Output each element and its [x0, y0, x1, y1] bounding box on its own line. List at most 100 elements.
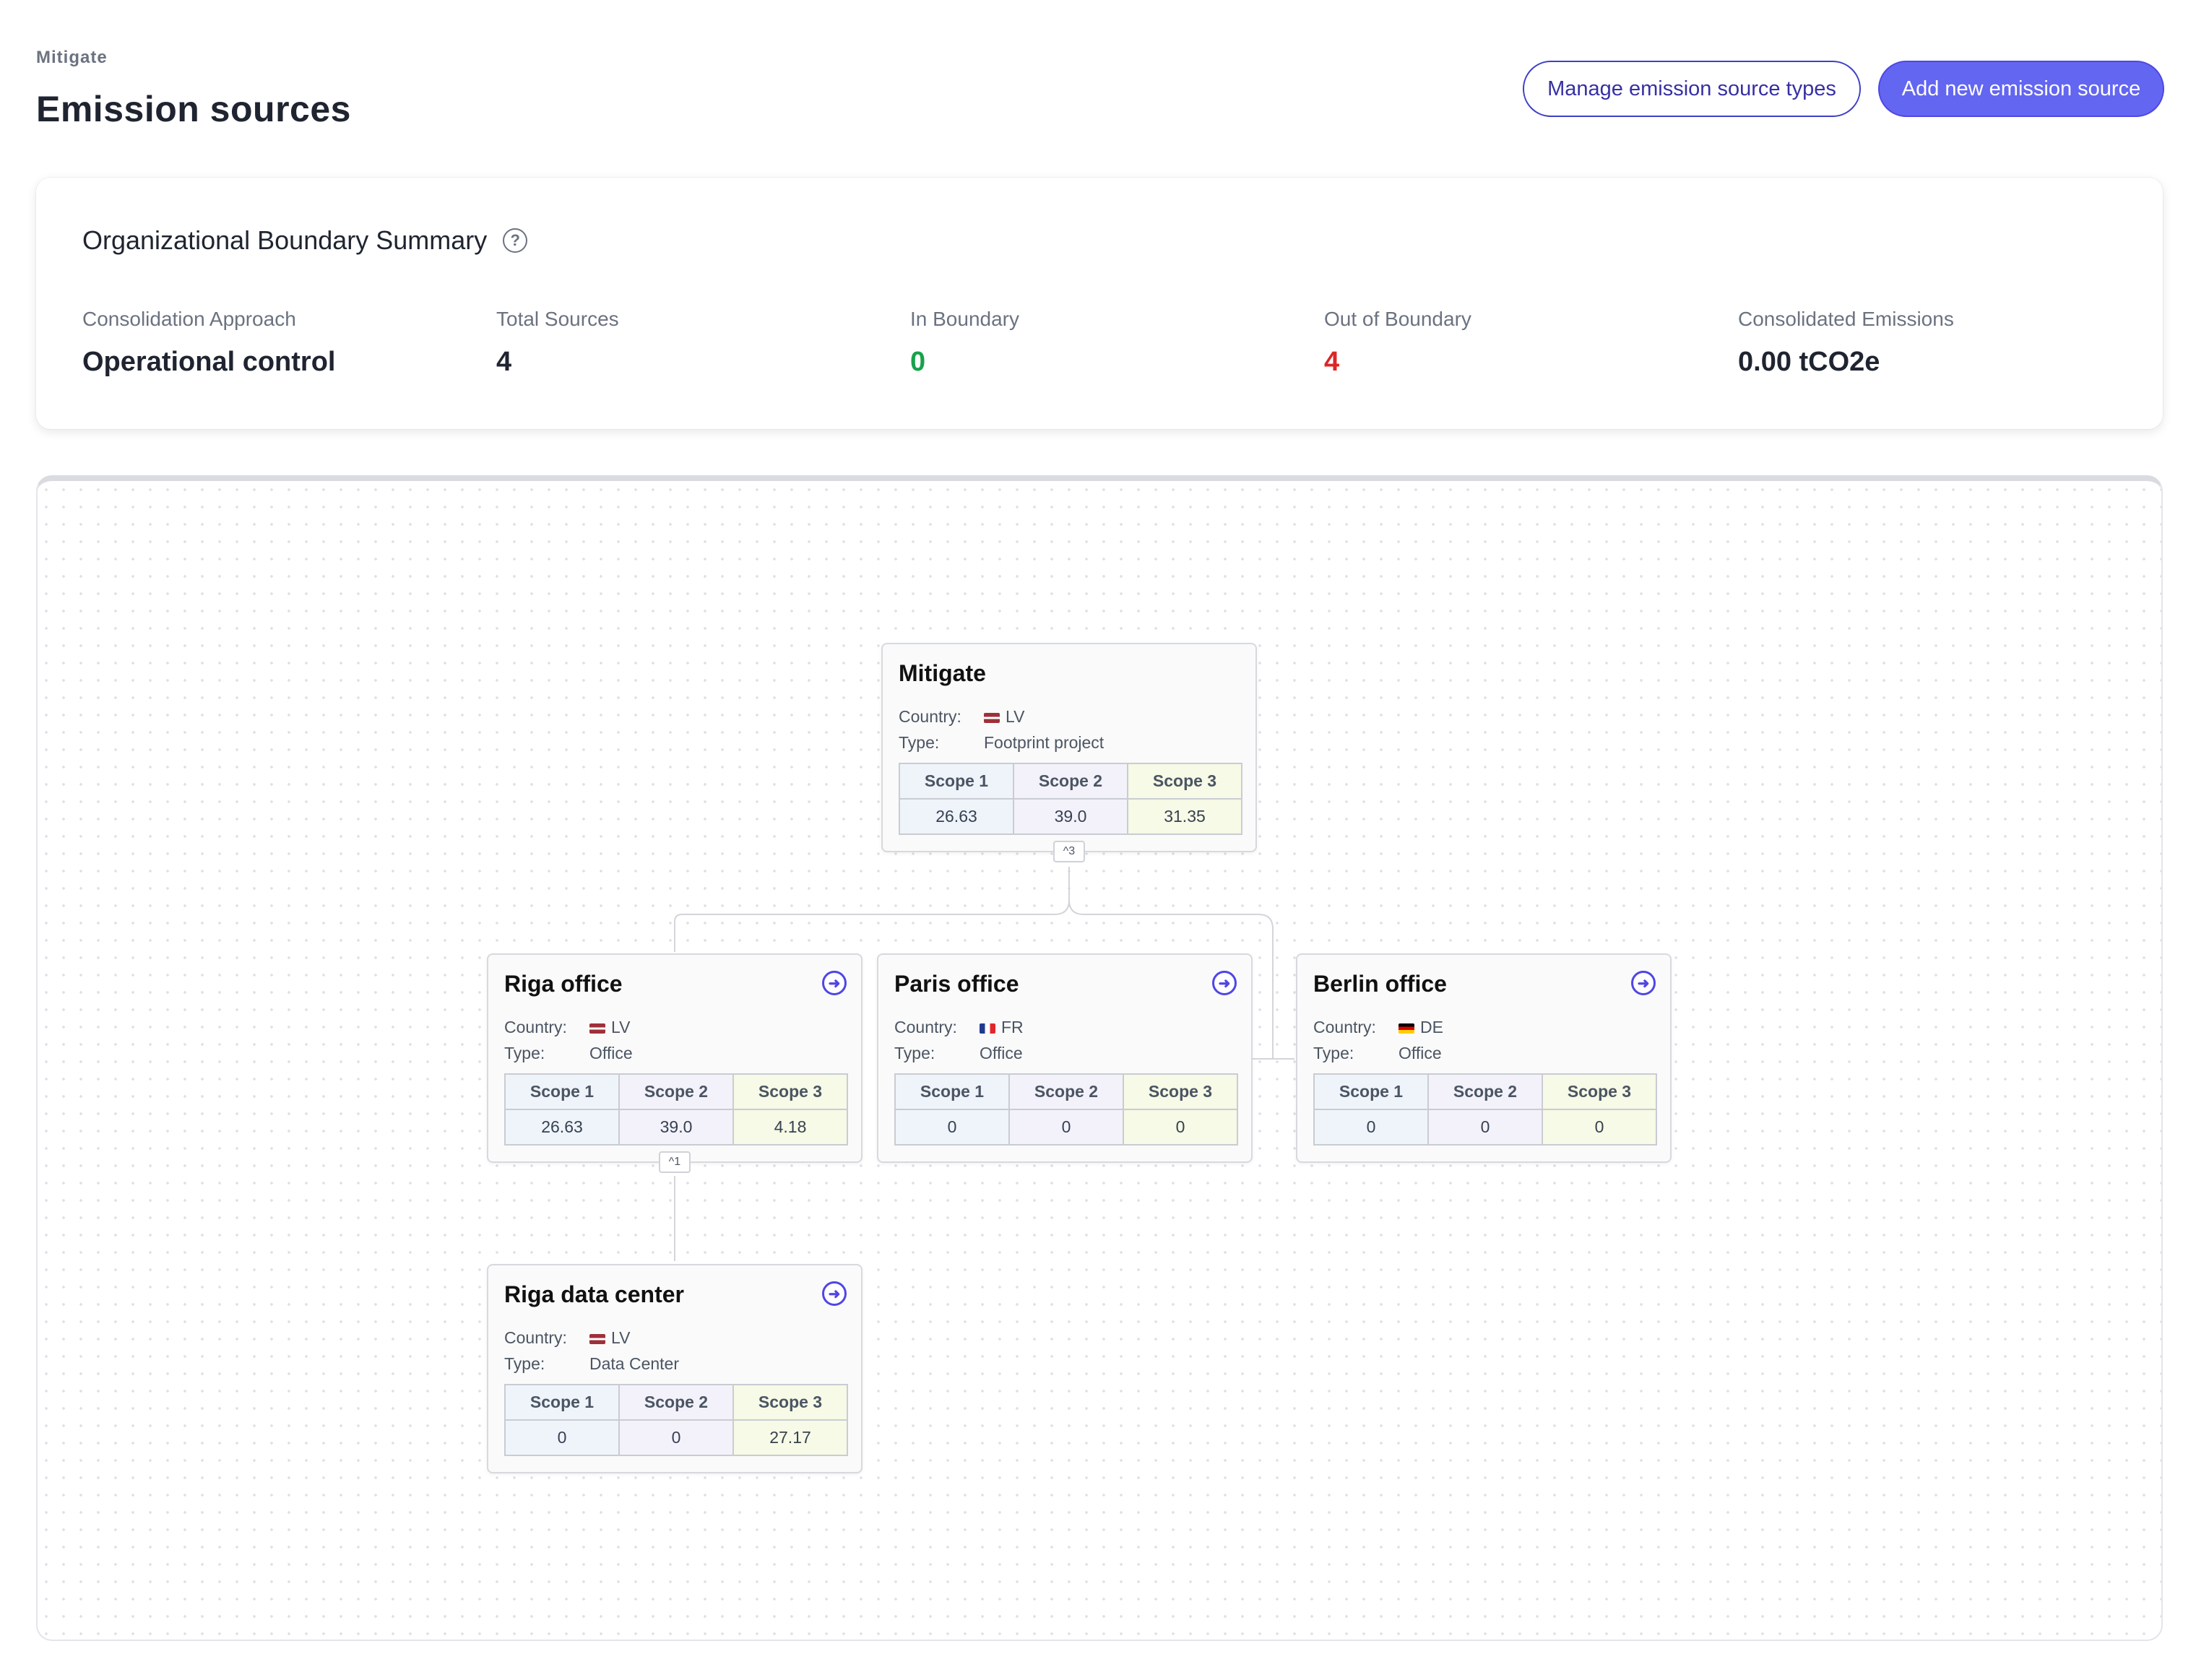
scope3-value: 31.35: [1127, 798, 1242, 835]
node-meta: Country: FR Type: Office: [894, 1014, 1024, 1066]
metric-value: 0.00 tCO2e: [1738, 347, 1880, 377]
scope2-header: Scope 2: [618, 1073, 734, 1110]
scope2-value: 39.0: [618, 1109, 734, 1146]
metric-value: Operational control: [82, 347, 336, 377]
add-emission-source-button[interactable]: Add new emission source: [1878, 61, 2164, 117]
metric-consolidation-approach: Consolidation Approach Operational contr…: [82, 308, 335, 378]
scope2-header: Scope 2: [618, 1384, 734, 1421]
node-meta: Country: LV Type: Data Center: [504, 1325, 679, 1377]
tree-node-riga-data-center[interactable]: Riga data center ➜ Country: LV Type: Data …: [487, 1264, 863, 1473]
de-flag-icon: [1399, 1023, 1414, 1034]
metric-label: Out of Boundary: [1324, 308, 1471, 330]
scope1-header: Scope 1: [894, 1073, 1010, 1110]
metric-value: 0: [910, 347, 926, 377]
organizational-boundary-summary-card: Organizational Boundary Summary ? Consol…: [36, 178, 2163, 429]
node-title: Paris office: [894, 971, 1019, 997]
scope2-header: Scope 2: [1008, 1073, 1124, 1110]
metric-label: Total Sources: [496, 308, 619, 330]
scope1-value: 0: [504, 1419, 620, 1456]
tree-node-riga-office[interactable]: Riga office ➜ Country: LV Type: Office Sco…: [487, 953, 863, 1163]
lv-flag-icon: [589, 1334, 605, 1344]
fr-flag-icon: [980, 1023, 995, 1034]
type-label: Type:: [504, 1354, 545, 1373]
metric-value: 4: [496, 347, 512, 377]
scope3-header: Scope 3: [1123, 1073, 1238, 1110]
country-label: Country:: [894, 1018, 957, 1036]
country-label: Country:: [504, 1018, 567, 1036]
type-value: Office: [589, 1044, 633, 1062]
country-value: FR: [980, 1014, 1024, 1040]
type-value: Footprint project: [984, 733, 1105, 752]
scope-table: Scope 1 Scope 2 Scope 3 0 0 0: [1313, 1073, 1657, 1146]
node-title: Berlin office: [1313, 971, 1447, 997]
country-value: LV: [984, 703, 1024, 729]
tree-node-paris-office[interactable]: Paris office ➜ Country: FR Type: Office Sc…: [877, 953, 1253, 1163]
scope3-header: Scope 3: [1127, 763, 1242, 800]
arrow-right-circle-icon[interactable]: ➜: [822, 971, 847, 995]
tree-node-mitigate[interactable]: Mitigate Country: LV Type: Footprint proje…: [881, 643, 1257, 852]
tree-node-berlin-office[interactable]: Berlin office ➜ Country: DE Type: Office S…: [1296, 953, 1672, 1163]
arrow-right-circle-icon[interactable]: ➜: [1631, 971, 1656, 995]
org-tree-canvas[interactable]: Mitigate Country: LV Type: Footprint proje…: [36, 475, 2163, 1641]
type-value: Data Center: [589, 1354, 680, 1373]
scope-table: Scope 1 Scope 2 Scope 3 26.63 39.0 4.18: [504, 1073, 848, 1146]
country-label: Country:: [1313, 1018, 1376, 1036]
scope3-header: Scope 3: [1542, 1073, 1657, 1110]
type-value: Office: [1399, 1044, 1442, 1062]
scope1-header: Scope 1: [504, 1073, 620, 1110]
scope3-value: 0: [1542, 1109, 1657, 1146]
manage-emission-source-types-button[interactable]: Manage emission source types: [1523, 61, 1861, 117]
collapse-children-toggle[interactable]: ^3: [1053, 841, 1085, 862]
country-value: LV: [589, 1014, 630, 1040]
scope1-value: 26.63: [504, 1109, 620, 1146]
metric-label: Consolidated Emissions: [1738, 308, 1954, 330]
country-label: Country:: [504, 1328, 567, 1347]
scope-table: Scope 1 Scope 2 Scope 3 0 0 27.17: [504, 1384, 848, 1456]
node-meta: Country: LV Type: Footprint project: [899, 703, 1104, 755]
scope1-value: 26.63: [899, 798, 1014, 835]
lv-flag-icon: [984, 713, 1000, 723]
node-title: Mitigate: [899, 660, 986, 686]
node-title: Riga office: [504, 971, 623, 997]
metric-label: In Boundary: [910, 308, 1019, 330]
page-header: Mitigate Emission sources: [36, 48, 351, 130]
scope1-value: 0: [1313, 1109, 1429, 1146]
scope3-header: Scope 3: [732, 1384, 848, 1421]
metric-in-boundary: In Boundary 0: [910, 308, 1019, 378]
scope-table: Scope 1 Scope 2 Scope 3 26.63 39.0 31.35: [899, 763, 1242, 835]
node-title: Riga data center: [504, 1281, 684, 1307]
scope1-value: 0: [894, 1109, 1010, 1146]
lv-flag-icon: [589, 1023, 605, 1034]
scope3-value: 27.17: [732, 1419, 848, 1456]
scope1-header: Scope 1: [899, 763, 1014, 800]
page-title: Emission sources: [36, 89, 351, 129]
type-label: Type:: [894, 1044, 935, 1062]
arrow-right-circle-icon[interactable]: ➜: [1212, 971, 1237, 995]
node-meta: Country: LV Type: Office: [504, 1014, 633, 1066]
scope1-header: Scope 1: [1313, 1073, 1429, 1110]
scope2-value: 39.0: [1013, 798, 1128, 835]
metric-label: Consolidation Approach: [82, 308, 296, 330]
scope3-header: Scope 3: [732, 1073, 848, 1110]
metric-out-of-boundary: Out of Boundary 4: [1324, 308, 1471, 378]
scope2-header: Scope 2: [1013, 763, 1128, 800]
question-circle-icon[interactable]: ?: [503, 228, 528, 253]
scope3-value: 0: [1123, 1109, 1238, 1146]
summary-title-text: Organizational Boundary Summary: [82, 225, 488, 255]
scope2-value: 0: [618, 1419, 734, 1456]
connector-mitigate-riga: [674, 867, 1070, 952]
node-meta: Country: DE Type: Office: [1313, 1014, 1443, 1066]
metric-value: 4: [1324, 347, 1340, 377]
breadcrumb[interactable]: Mitigate: [36, 48, 351, 68]
metric-consolidated-emissions: Consolidated Emissions 0.00 tCO2e: [1738, 308, 1954, 378]
type-label: Type:: [899, 733, 940, 752]
scope2-header: Scope 2: [1427, 1073, 1543, 1110]
type-label: Type:: [504, 1044, 545, 1062]
summary-title: Organizational Boundary Summary ?: [82, 225, 528, 256]
arrow-right-circle-icon[interactable]: ➜: [822, 1281, 847, 1306]
collapse-children-toggle[interactable]: ^1: [659, 1151, 691, 1173]
scope-table: Scope 1 Scope 2 Scope 3 0 0 0: [894, 1073, 1238, 1146]
type-label: Type:: [1313, 1044, 1354, 1062]
scope2-value: 0: [1008, 1109, 1124, 1146]
metric-total-sources: Total Sources 4: [496, 308, 619, 378]
